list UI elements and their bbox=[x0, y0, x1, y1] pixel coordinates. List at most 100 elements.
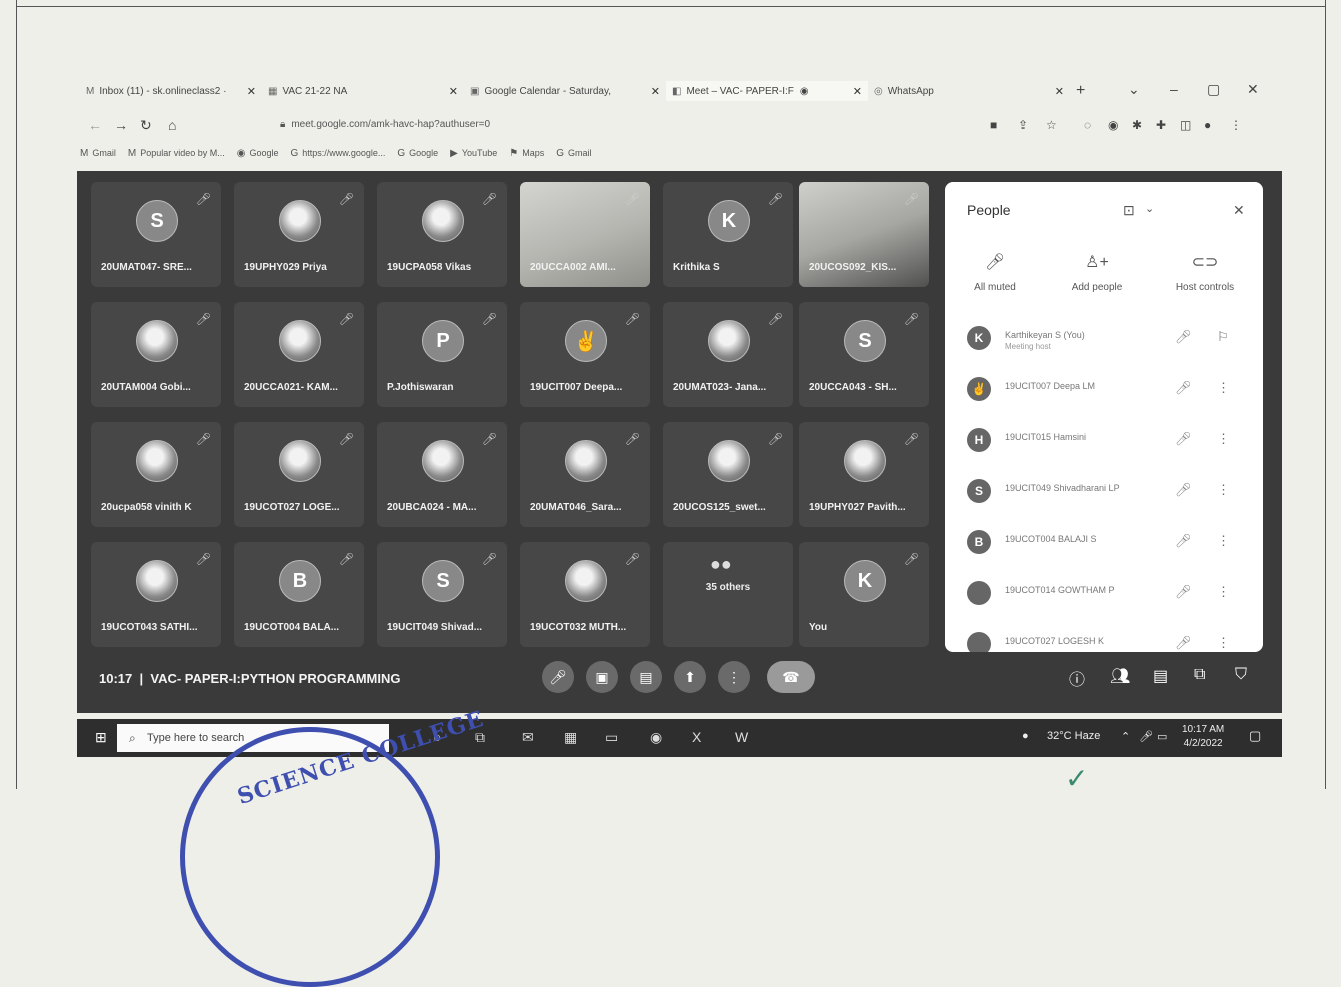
more-icon[interactable]: ⋮ bbox=[1217, 533, 1230, 549]
participant-tile[interactable]: 🎤︎ 19UPHY029 Priya bbox=[234, 182, 364, 287]
mic-off-icon[interactable]: 🎤︎ bbox=[1175, 533, 1192, 549]
bookmark-item[interactable]: G Google bbox=[397, 148, 438, 159]
more-options-button[interactable]: ⋮ bbox=[718, 661, 750, 693]
pin-icon[interactable]: ⚐ bbox=[1217, 329, 1229, 345]
sidepanel-icon[interactable]: ◫ bbox=[1180, 118, 1191, 132]
participant-row[interactable]: ✌ 19UCIT007 Deepa LM 🎤︎ ⋮ bbox=[945, 369, 1263, 409]
participant-tile[interactable]: 🎤︎ S 20UMAT047- SRE... bbox=[91, 182, 221, 287]
participant-tile[interactable]: 🎤︎ 20ucpa058 vinith K bbox=[91, 422, 221, 527]
minimize-icon[interactable]: – bbox=[1170, 81, 1178, 97]
present-button[interactable]: ⬆ bbox=[674, 661, 706, 693]
notification-icon[interactable]: ▢ bbox=[1249, 728, 1261, 744]
add-people-button[interactable]: ♙+ Add people bbox=[1052, 252, 1142, 293]
close-icon[interactable]: ✕ bbox=[1045, 85, 1064, 98]
participant-tile[interactable]: 🎤︎ 20UTAM004 Gobi... bbox=[91, 302, 221, 407]
participant-tile[interactable]: 🎤︎ 19UCOT027 LOGE... bbox=[234, 422, 364, 527]
extension-icon[interactable]: ✱ bbox=[1132, 118, 1142, 132]
participant-row[interactable]: K Karthikeyan S (You) Meeting host 🎤︎ ⚐ bbox=[945, 318, 1263, 358]
participant-tile[interactable]: 🎤︎ 20UMAT023- Jana... bbox=[663, 302, 793, 407]
mic-off-icon[interactable]: 🎤︎ bbox=[1175, 584, 1192, 600]
mic-off-icon[interactable]: 🎤︎ bbox=[1175, 380, 1192, 396]
participant-tile[interactable]: 🎤︎ 20UMAT046_Sara... bbox=[520, 422, 650, 527]
participant-tile[interactable]: 🎤︎ 20UBCA024 - MA... bbox=[377, 422, 507, 527]
tab-calendar[interactable]: ▣ Google Calendar - Saturday, ✕ bbox=[464, 81, 666, 101]
tab-vac[interactable]: ▦ VAC 21-22 NA ✕ bbox=[262, 81, 464, 101]
bookmark-item[interactable]: M Popular video by M... bbox=[128, 148, 225, 159]
mic-icon[interactable]: 🎤︎ bbox=[1139, 730, 1153, 743]
chrome-icon[interactable]: ◉ bbox=[650, 729, 662, 746]
more-icon[interactable]: ⋮ bbox=[1217, 482, 1230, 498]
participant-tile[interactable]: 🎤︎ 20UCOS125_swet... bbox=[663, 422, 793, 527]
participant-tile[interactable]: 🎤︎ S 20UCCA043 - SH... bbox=[799, 302, 929, 407]
participant-tile[interactable]: 🎤︎ P P.Jothiswaran bbox=[377, 302, 507, 407]
star-icon[interactable]: ☆ bbox=[1046, 118, 1057, 132]
profile-icon[interactable]: ● bbox=[1204, 118, 1211, 132]
activities-icon[interactable]: ⧉ bbox=[1194, 666, 1205, 684]
reload-icon[interactable]: ↻ bbox=[140, 117, 152, 134]
camera-icon[interactable]: ■ bbox=[990, 118, 997, 132]
participant-tile[interactable]: 🎤︎ K You bbox=[799, 542, 929, 647]
tab-whatsapp[interactable]: ◎ WhatsApp ✕ bbox=[868, 81, 1070, 101]
extension-icon[interactable]: ◉ bbox=[1108, 118, 1118, 132]
close-icon[interactable]: ✕ bbox=[439, 85, 458, 98]
bookmark-item[interactable]: Ghttps://www.google... bbox=[291, 148, 386, 159]
participant-tile[interactable]: 🎤︎ K Krithika S bbox=[663, 182, 793, 287]
info-icon[interactable]: ⓘ bbox=[1069, 666, 1085, 690]
participant-tile[interactable]: 🎤︎ 19UCPA058 Vikas bbox=[377, 182, 507, 287]
restore-icon[interactable]: ▢ bbox=[1207, 81, 1220, 98]
puzzle-icon[interactable]: ✚ bbox=[1156, 118, 1166, 132]
participant-tile[interactable]: 🎤︎ S 19UCIT049 Shivad... bbox=[377, 542, 507, 647]
bookmark-item[interactable]: G Gmail bbox=[556, 148, 591, 159]
close-icon[interactable]: ✕ bbox=[237, 85, 256, 98]
bookmark-item[interactable]: ◉ Google bbox=[237, 148, 279, 159]
network-icon[interactable]: ▭ bbox=[1157, 730, 1167, 743]
edit-icon[interactable]: ⊡ bbox=[1123, 202, 1135, 219]
more-icon[interactable]: ⋮ bbox=[1217, 380, 1230, 396]
close-icon[interactable]: ✕ bbox=[843, 85, 862, 98]
mic-off-icon[interactable]: 🎤︎ bbox=[1175, 431, 1192, 447]
people-icon[interactable]: 👥︎ bbox=[1110, 666, 1130, 686]
clock[interactable]: 10:17 AM 4/2/2022 bbox=[1182, 723, 1224, 751]
close-icon[interactable]: ✕ bbox=[641, 85, 660, 98]
close-icon[interactable]: ✕ bbox=[1233, 202, 1245, 219]
chat-icon[interactable]: ▤ bbox=[1153, 666, 1168, 686]
home-icon[interactable]: ⌂ bbox=[168, 117, 176, 133]
all-muted-button[interactable]: 🎤︎ All muted bbox=[950, 252, 1040, 293]
share-icon[interactable]: ⇪ bbox=[1018, 118, 1028, 132]
bookmark-item[interactable]: ⚑ Maps bbox=[509, 148, 544, 159]
more-icon[interactable]: ⋮ bbox=[1217, 584, 1230, 600]
close-window-icon[interactable]: ✕ bbox=[1247, 81, 1259, 98]
participant-tile[interactable]: 🎤︎ 20UCCA002 AMI... bbox=[520, 182, 650, 287]
participant-tile[interactable]: 🎤︎ 20UCCA021- KAM... bbox=[234, 302, 364, 407]
excel-icon[interactable]: X bbox=[692, 729, 701, 745]
new-tab-button[interactable]: + bbox=[1070, 81, 1112, 101]
chevron-down-icon[interactable]: ⌄ bbox=[1145, 202, 1154, 215]
tab-search-icon[interactable]: ⌄ bbox=[1128, 81, 1140, 98]
word-icon[interactable]: W bbox=[735, 729, 748, 745]
more-icon[interactable]: ⋮ bbox=[1217, 431, 1230, 447]
tab-meet[interactable]: ◧ Meet – VAC- PAPER-I:F ◉ ✕ bbox=[666, 81, 868, 101]
participant-row[interactable]: H 19UCIT015 Hamsini 🎤︎ ⋮ bbox=[945, 420, 1263, 460]
mic-off-icon[interactable]: 🎤︎ bbox=[1175, 482, 1192, 498]
captions-button[interactable]: ▤ bbox=[630, 661, 662, 693]
windows-icon[interactable]: ⊞ bbox=[95, 729, 107, 746]
back-icon[interactable]: ← bbox=[88, 117, 102, 133]
participant-tile[interactable]: ●● 35 others bbox=[663, 542, 793, 647]
mic-off-icon[interactable]: 🎤︎ bbox=[1175, 635, 1192, 651]
store-icon[interactable]: ▦ bbox=[564, 729, 577, 746]
extension-icon[interactable]: ◌ bbox=[1084, 118, 1091, 132]
participant-tile[interactable]: 🎤︎ ✌ 19UCIT007 Deepa... bbox=[520, 302, 650, 407]
participant-tile[interactable]: 🎤︎ 19UPHY027 Pavith... bbox=[799, 422, 929, 527]
participant-tile[interactable]: 🎤︎ 20UCOS092_KIS... bbox=[799, 182, 929, 287]
participant-tile[interactable]: 🎤︎ 19UCOT032 MUTH... bbox=[520, 542, 650, 647]
host-controls-icon[interactable]: ⛉ bbox=[1235, 666, 1247, 684]
host-controls-button[interactable]: ⊂⊃ Host controls bbox=[1160, 252, 1250, 293]
chevron-up-icon[interactable]: ⌃ bbox=[1121, 730, 1130, 743]
participant-row[interactable]: 19UCOT014 GOWTHAM P 🎤︎ ⋮ bbox=[945, 573, 1263, 613]
bookmark-item[interactable]: ▶ YouTube bbox=[450, 148, 497, 159]
participant-row[interactable]: B 19UCOT004 BALAJI S 🎤︎ ⋮ bbox=[945, 522, 1263, 562]
mic-toggle-button[interactable]: 🎤︎ bbox=[542, 661, 574, 693]
participant-tile[interactable]: 🎤︎ 19UCOT043 SATHI... bbox=[91, 542, 221, 647]
participant-row[interactable]: 19UCOT027 LOGESH K 🎤︎ ⋮ bbox=[945, 624, 1263, 652]
more-icon[interactable]: ⋮ bbox=[1217, 635, 1230, 651]
